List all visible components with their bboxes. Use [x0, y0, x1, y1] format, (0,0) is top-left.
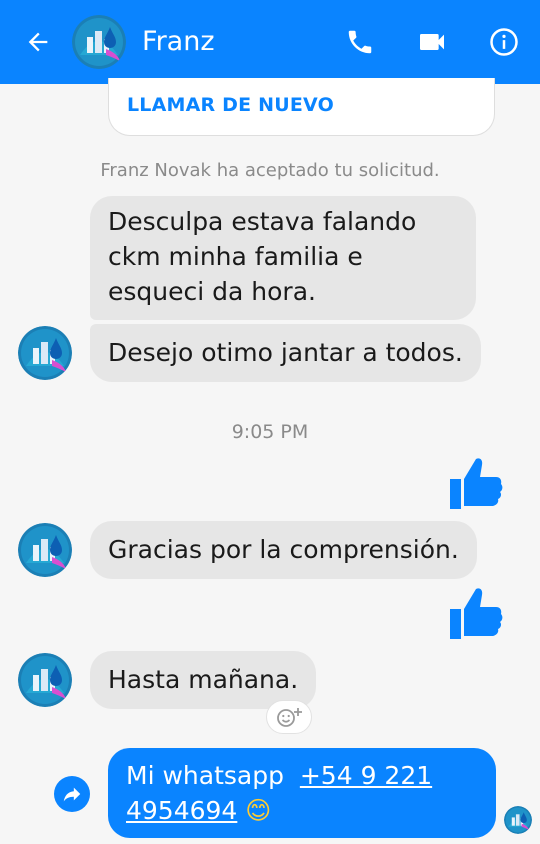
contact-avatar[interactable]: [18, 653, 72, 707]
call-again-button[interactable]: LLAMAR DE NUEVO: [127, 94, 334, 116]
message-text: Mi whatsapp: [126, 761, 300, 790]
thumbs-up-icon[interactable]: [448, 455, 504, 511]
system-message: Franz Novak ha aceptado tu solicitud.: [100, 160, 440, 181]
outgoing-message[interactable]: Mi whatsapp +54 9 221 4954694 😊: [108, 748, 496, 838]
contact-avatar[interactable]: [18, 326, 72, 380]
call-again-card[interactable]: LLAMAR DE NUEVO: [108, 78, 495, 136]
incoming-message[interactable]: Desejo otimo jantar a todos.: [90, 324, 481, 382]
smile-emoji: 😊: [245, 796, 272, 825]
message-text: Gracias por la comprensión.: [108, 535, 459, 564]
contact-avatar[interactable]: [18, 523, 72, 577]
app-bar: Franz: [0, 0, 540, 84]
incoming-message[interactable]: Gracias por la comprensión.: [90, 521, 477, 579]
info-icon[interactable]: [484, 22, 524, 62]
thumbs-up-icon[interactable]: [448, 585, 504, 641]
message-text: Desejo otimo jantar a todos.: [108, 338, 463, 367]
message-line: Desculpa estava falando: [108, 207, 417, 236]
share-arrow-icon: [63, 787, 81, 802]
phone-link[interactable]: 4954694: [126, 796, 237, 825]
seen-avatar: [504, 806, 532, 834]
incoming-message[interactable]: Desculpa estava falando ckm minha famili…: [90, 196, 476, 320]
video-camera-icon[interactable]: [412, 22, 452, 62]
add-reaction-button[interactable]: [266, 700, 312, 734]
phone-link[interactable]: +54 9 221: [300, 761, 432, 790]
message-line: ckm minha familia e: [108, 242, 363, 271]
message-text: Hasta mañana.: [108, 665, 299, 694]
share-button[interactable]: [54, 776, 90, 812]
back-arrow-icon[interactable]: [18, 22, 58, 62]
smiley-plus-icon: [277, 708, 302, 727]
contact-avatar[interactable]: [72, 15, 126, 69]
contact-name[interactable]: Franz: [142, 24, 215, 60]
timestamp: 9:05 PM: [231, 421, 309, 443]
phone-icon[interactable]: [340, 22, 380, 62]
message-line: esqueci da hora.: [108, 277, 316, 306]
